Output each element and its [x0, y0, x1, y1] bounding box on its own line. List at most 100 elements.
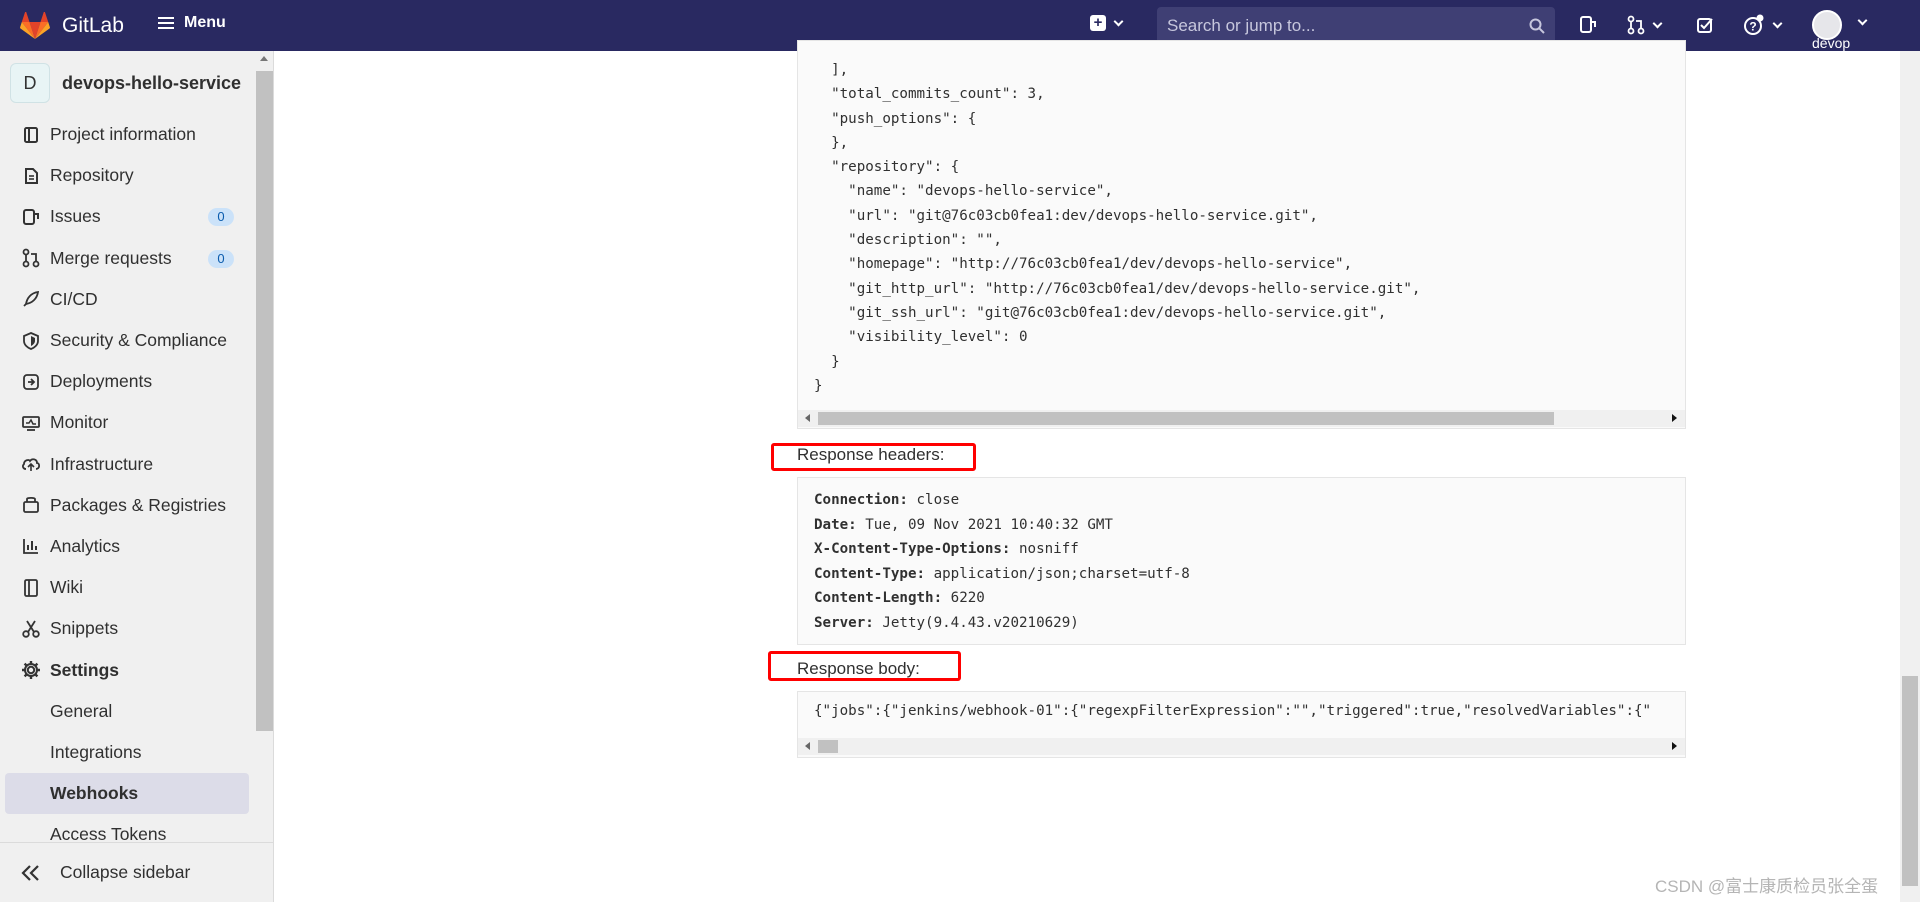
code-line: }: [814, 350, 1420, 374]
sidebar-item-settings[interactable]: Settings: [0, 649, 254, 690]
code-line: "name": "devops-hello-service",: [814, 179, 1420, 203]
svg-text:?: ?: [1749, 20, 1756, 34]
new-dropdown-button[interactable]: +: [1090, 15, 1122, 31]
sidebar-item-packages-registries[interactable]: Packages & Registries: [0, 485, 254, 526]
header-key: Date:: [814, 517, 857, 533]
header-value: 6220: [942, 590, 985, 606]
response-headers-code: Connection: closeDate: Tue, 09 Nov 2021 …: [814, 488, 1190, 636]
sidebar-item-label: Snippets: [50, 618, 118, 639]
issues-count-badge: 0: [208, 208, 234, 226]
double-chevron-left-icon: [20, 864, 42, 882]
hamburger-icon: [158, 14, 174, 32]
help-nav-button[interactable]: ?: [1743, 14, 1781, 36]
project-name: devops-hello-service: [62, 73, 241, 94]
sidebar-item-label: Security & Compliance: [50, 330, 227, 351]
menu-label: Menu: [184, 14, 226, 32]
sidebar-item-label: Settings: [50, 660, 119, 681]
sidebar-item-repository[interactable]: Repository: [0, 155, 254, 196]
response-body-box: {"jobs":{"jenkins/webhook-01":{"regexpFi…: [797, 691, 1686, 758]
body-horizontal-scrollbar[interactable]: [798, 738, 1685, 755]
code-line: },: [814, 131, 1420, 155]
sidebar-item-label: Issues: [50, 206, 101, 227]
merge-request-icon: [20, 247, 42, 269]
search-icon: [1529, 18, 1545, 34]
chevron-down-icon: [1773, 18, 1783, 28]
sidebar-item-project-information[interactable]: Project information: [0, 114, 254, 155]
header-value: close: [908, 492, 959, 508]
issues-nav-button[interactable]: [1579, 14, 1597, 36]
sidebar-item-label: Repository: [50, 165, 134, 186]
header-value: application/json;charset=utf-8: [925, 566, 1190, 582]
response-body-label: Response body:: [797, 659, 920, 679]
sidebar-item-analytics[interactable]: Analytics: [0, 526, 254, 567]
sidebar-item-label: Wiki: [50, 577, 83, 598]
sidebar-item-wiki[interactable]: Wiki: [0, 567, 254, 608]
search-input[interactable]: [1167, 16, 1529, 36]
body-scrollbar-thumb[interactable]: [818, 740, 838, 753]
tanuki-icon: [20, 12, 50, 40]
question-icon: ?: [1743, 14, 1765, 36]
header-value: Jetty(9.4.43.v20210629): [874, 615, 1079, 631]
sidebar-item-security-compliance[interactable]: Security & Compliance: [0, 320, 254, 361]
sidebar-item-merge-requests[interactable]: Merge requests 0: [0, 238, 254, 279]
sidebar-item-label: Packages & Registries: [50, 495, 226, 516]
todos-nav-button[interactable]: [1696, 14, 1714, 36]
payload-horizontal-scrollbar[interactable]: [798, 410, 1685, 427]
sidebar-item-label: CI/CD: [50, 289, 98, 310]
request-payload-box: ], "total_commits_count": 3, "push_optio…: [797, 40, 1686, 429]
sidebar-item-infrastructure[interactable]: Infrastructure: [0, 444, 254, 485]
issues-icon: [1579, 15, 1597, 35]
payload-scrollbar-thumb[interactable]: [818, 412, 1554, 425]
merge-request-icon: [1627, 15, 1645, 35]
chevron-down-icon: [1653, 18, 1663, 28]
sidebar-scrollbar-thumb[interactable]: [256, 71, 273, 731]
sidebar-item-issues[interactable]: Issues 0: [0, 196, 254, 237]
plus-square-icon: +: [1090, 15, 1106, 31]
code-line: "push_options": {: [814, 107, 1420, 131]
collapse-sidebar-label: Collapse sidebar: [60, 862, 190, 883]
deployments-icon: [20, 371, 42, 393]
scroll-left-arrow-icon[interactable]: [805, 414, 810, 422]
code-line: "git_http_url": "http://76c03cb0fea1/dev…: [814, 277, 1420, 301]
scroll-right-arrow-icon[interactable]: [1672, 414, 1677, 422]
header-value: nosniff: [1010, 541, 1078, 557]
sidebar-item-snippets[interactable]: Snippets: [0, 608, 254, 649]
response-header-row: Server: Jetty(9.4.43.v20210629): [814, 611, 1190, 636]
merge-requests-count-badge: 0: [208, 250, 234, 268]
sidebar-subitem-general[interactable]: General: [0, 691, 254, 732]
menu-button[interactable]: Menu: [158, 14, 226, 32]
merge-requests-nav-button[interactable]: [1627, 14, 1661, 36]
cloud-icon: [20, 453, 42, 475]
collapse-sidebar-button[interactable]: Collapse sidebar: [0, 842, 274, 902]
sidebar-item-cicd[interactable]: CI/CD: [0, 279, 254, 320]
gitlab-logo[interactable]: GitLab: [20, 12, 124, 40]
sidebar-nav: Project information Repository Issues 0 …: [0, 114, 254, 855]
code-line: }: [814, 374, 1420, 398]
sidebar-subitem-webhooks[interactable]: Webhooks: [5, 773, 249, 814]
sidebar-item-label: Infrastructure: [50, 454, 153, 475]
chart-icon: [20, 535, 42, 557]
sidebar-item-deployments[interactable]: Deployments: [0, 361, 254, 402]
page-scrollbar-thumb[interactable]: [1902, 676, 1918, 886]
scroll-left-arrow-icon[interactable]: [805, 742, 810, 750]
code-line: "total_commits_count": 3,: [814, 82, 1420, 106]
sidebar-item-monitor[interactable]: Monitor: [0, 402, 254, 443]
code-line: ],: [814, 58, 1420, 82]
rocket-icon: [20, 288, 42, 310]
sidebar-item-label: Merge requests: [50, 248, 172, 269]
scroll-right-arrow-icon[interactable]: [1672, 742, 1677, 750]
response-header-row: Content-Type: application/json;charset=u…: [814, 562, 1190, 587]
request-payload-code: ], "total_commits_count": 3, "push_optio…: [814, 58, 1420, 398]
chevron-down-icon[interactable]: [1858, 16, 1868, 26]
user-avatar-label: devop: [1812, 35, 1850, 51]
header-key: Content-Type:: [814, 566, 925, 582]
header-value: Tue, 09 Nov 2021 10:40:32 GMT: [857, 517, 1113, 533]
gear-icon: [20, 659, 42, 681]
sidebar-project-header[interactable]: D devops-hello-service: [10, 63, 241, 103]
sidebar-subitem-integrations[interactable]: Integrations: [0, 732, 254, 773]
sidebar-item-label: Project information: [50, 124, 196, 145]
response-body-code: {"jobs":{"jenkins/webhook-01":{"regexpFi…: [814, 703, 1651, 719]
scissors-icon: [20, 618, 42, 640]
code-line: "url": "git@76c03cb0fea1:dev/devops-hell…: [814, 204, 1420, 228]
scroll-up-arrow-icon[interactable]: [260, 56, 268, 61]
